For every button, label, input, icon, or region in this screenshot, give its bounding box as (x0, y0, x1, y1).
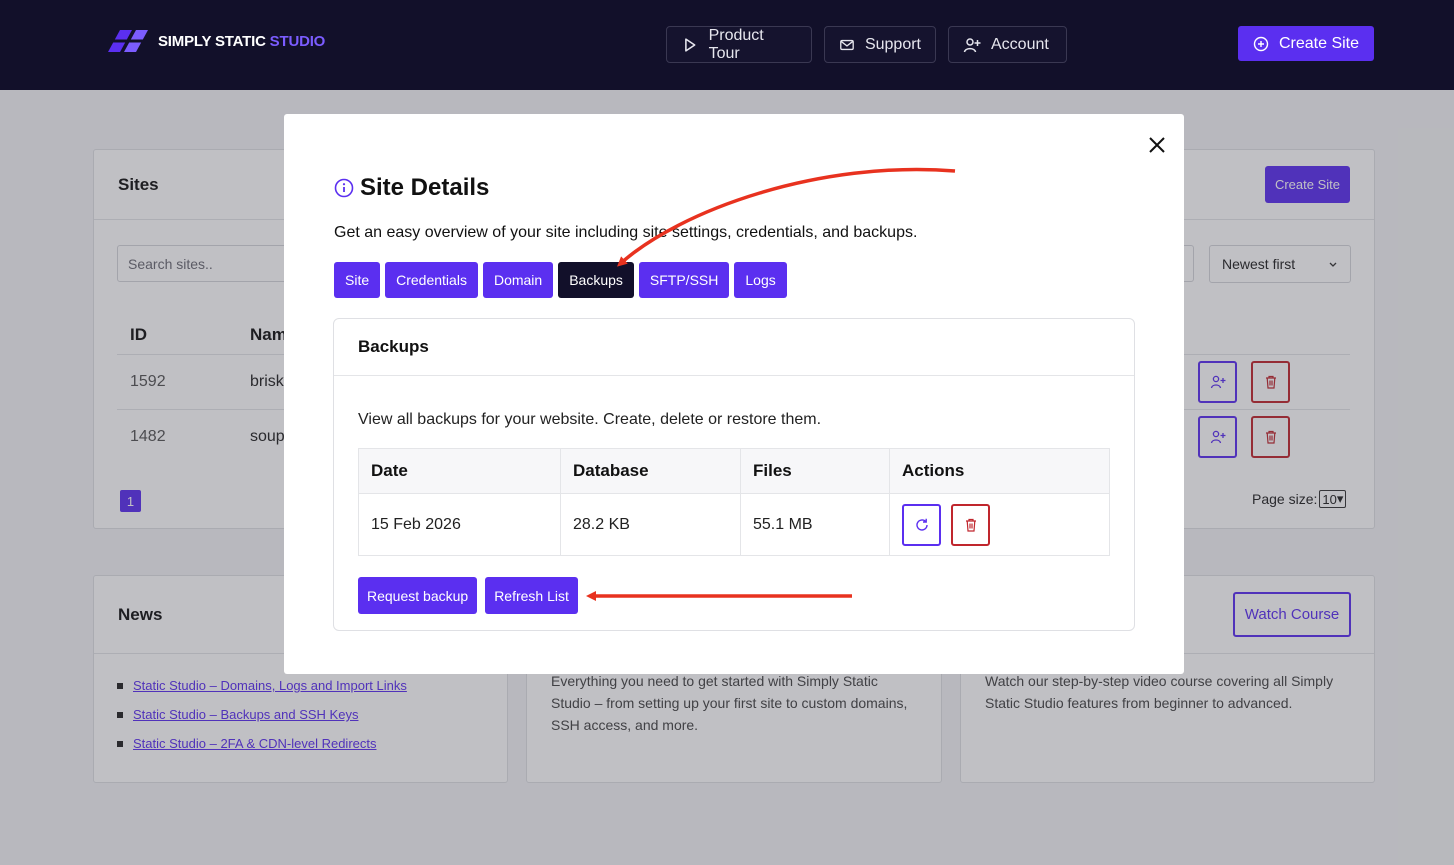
modal-title-text: Site Details (360, 174, 490, 201)
user-plus-icon (963, 37, 981, 52)
refresh-icon (915, 518, 928, 531)
table-header-row: Date Database Files Actions (358, 448, 1110, 494)
backup-date: 15 Feb 2026 (358, 493, 561, 556)
backup-files-size: 55.1 MB (740, 493, 890, 556)
col-header-files: Files (740, 448, 890, 494)
col-header-actions: Actions (889, 448, 1110, 494)
brand-name: SIMPLY STATIC STUDIO (158, 32, 326, 50)
backups-panel-header: Backups (334, 319, 1134, 376)
brand-logo[interactable]: SIMPLY STATIC STUDIO (106, 28, 325, 54)
col-header-date: Date (358, 448, 561, 494)
support-label: Support (864, 35, 921, 53)
account-button[interactable]: Account (948, 26, 1067, 63)
info-icon (334, 178, 354, 198)
modal-title: Site Details (334, 174, 489, 202)
request-backup-button[interactable]: Request backup (358, 577, 478, 614)
backups-table: Date Database Files Actions 15 Feb 2026 … (358, 448, 1110, 556)
backups-panel: Backups View all backups for your websit… (333, 318, 1135, 631)
backups-panel-title: Backups (358, 337, 429, 356)
create-site-nav-label: Create Site (1278, 34, 1360, 52)
table-row: 15 Feb 2026 28.2 KB 55.1 MB (358, 493, 1110, 556)
play-icon (685, 37, 696, 52)
backup-database-size: 28.2 KB (560, 493, 741, 556)
site-details-modal: Site Details Get an easy overview of you… (284, 114, 1184, 674)
plus-circle-icon (1253, 36, 1269, 51)
tab-domain[interactable]: Domain (482, 262, 554, 298)
tab-credentials[interactable]: Credentials (385, 262, 478, 298)
delete-backup-button[interactable] (951, 503, 990, 546)
modal-tabs: Site Credentials Domain Backups SFTP/SSH… (334, 262, 787, 298)
backup-actions (889, 493, 1110, 556)
create-site-nav-button[interactable]: Create Site (1238, 26, 1374, 61)
product-tour-label: Product Tour (708, 26, 764, 62)
close-icon[interactable] (1146, 134, 1168, 156)
tab-backups[interactable]: Backups (558, 262, 634, 298)
mail-icon (840, 39, 854, 50)
modal-description: Get an easy overview of your site includ… (334, 224, 918, 241)
col-header-database: Database (560, 448, 741, 494)
backups-description: View all backups for your website. Creat… (358, 411, 822, 428)
refresh-list-button[interactable]: Refresh List (485, 577, 578, 614)
tab-logs[interactable]: Logs (734, 262, 787, 298)
support-button[interactable]: Support (824, 26, 936, 63)
trash-icon (965, 518, 976, 532)
restore-backup-button[interactable] (902, 503, 941, 546)
tab-site[interactable]: Site (334, 262, 381, 298)
top-navbar: SIMPLY STATIC STUDIO Product Tour Suppor… (0, 0, 1454, 90)
backup-buttons: Request backup Refresh List (358, 577, 578, 614)
product-tour-button[interactable]: Product Tour (666, 26, 812, 63)
tab-sftp-ssh[interactable]: SFTP/SSH (638, 262, 730, 298)
logo-mark-icon (108, 30, 148, 52)
account-label: Account (991, 35, 1049, 53)
